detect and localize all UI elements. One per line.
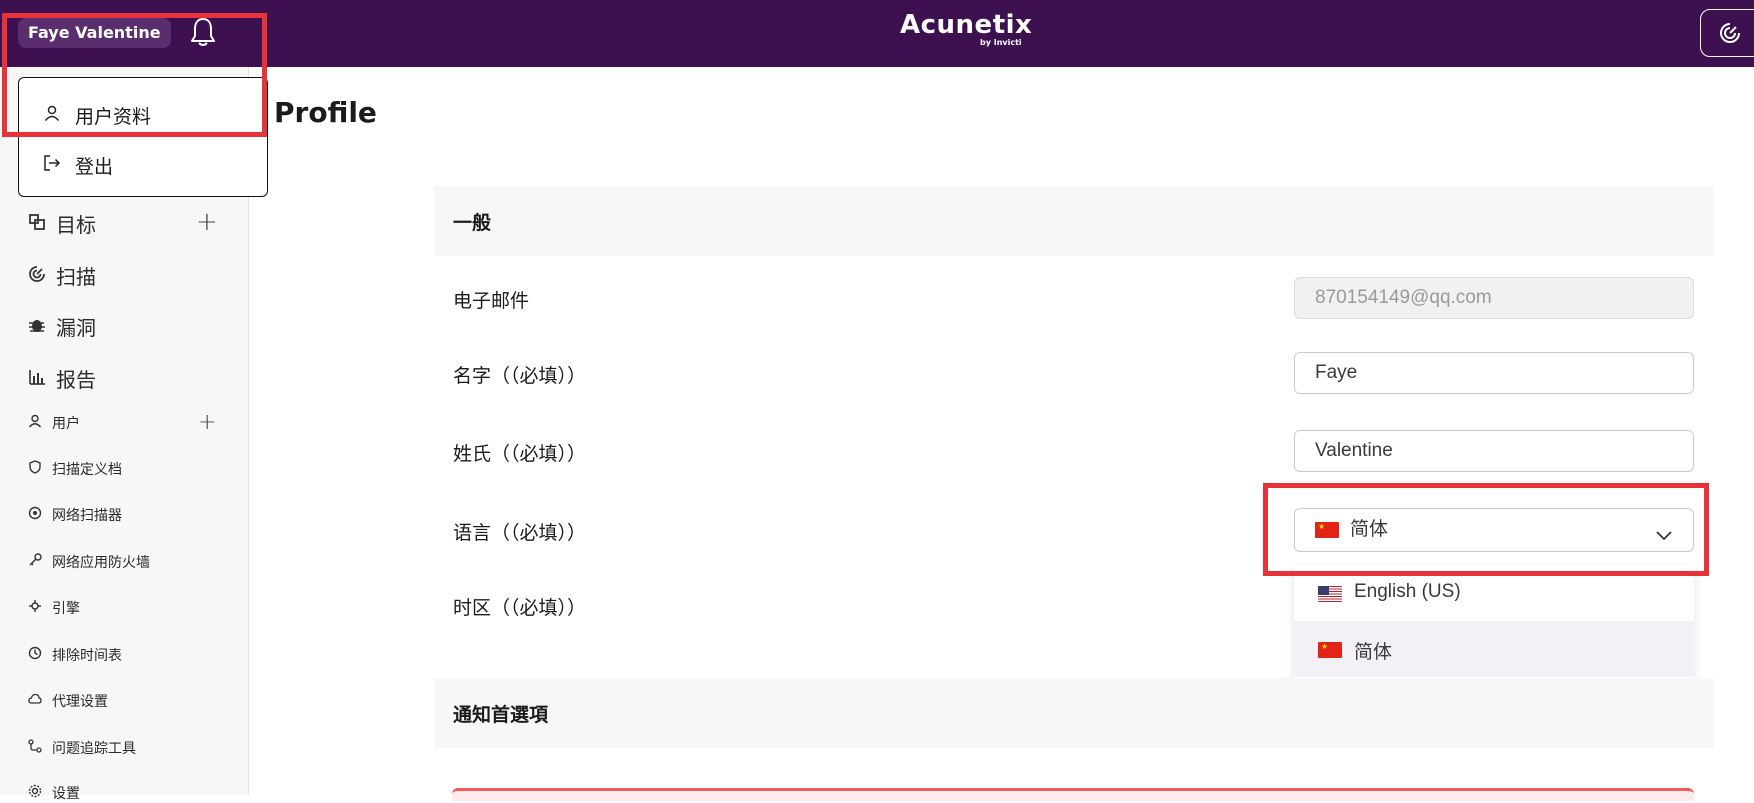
sidebar-item-label: 漏洞: [56, 316, 96, 340]
language-option-english[interactable]: English (US): [1294, 565, 1694, 621]
cloud-icon: [28, 692, 42, 710]
cn-flag-icon: ★: [1318, 642, 1342, 658]
bell-icon[interactable]: [188, 16, 218, 48]
cn-flag-icon: ★: [1315, 522, 1339, 538]
sidebar-item-label: 扫描定义档: [52, 462, 122, 478]
sidebar-item-excluded-hours[interactable]: 排除时间表: [28, 645, 122, 665]
chart-icon: [28, 367, 46, 391]
language-select-value: 简体: [1350, 519, 1389, 540]
scan-icon: [28, 264, 46, 288]
language-options-list: English (US) ★ 简体: [1294, 565, 1694, 693]
engine-icon: [28, 599, 42, 617]
sidebar-item-label: 引擎: [52, 601, 80, 617]
acunetix-logo: Acunetix by Invicti: [900, 10, 1033, 47]
sidebar-item-label: 排除时间表: [52, 648, 122, 664]
sidebar-item-label: 设置: [52, 786, 80, 802]
add-user-button[interactable]: +: [198, 412, 216, 434]
sidebar-item-vulnerabilities[interactable]: 漏洞: [28, 312, 96, 341]
section-title: 一般: [453, 212, 492, 234]
network-scanner-icon: [28, 506, 42, 524]
gear-icon: [28, 784, 42, 802]
language-select[interactable]: ★ 简体: [1294, 508, 1694, 552]
menu-item-label: 登出: [75, 156, 114, 178]
shield-icon: [28, 460, 42, 478]
menu-item-profile[interactable]: 用户资料: [43, 102, 151, 129]
sidebar-item-engines[interactable]: 引擎: [28, 598, 80, 618]
sidebar-item-label: 扫描: [56, 265, 96, 289]
user-menu-button[interactable]: Faye Valentine: [18, 18, 171, 48]
sidebar-item-settings[interactable]: 设置: [28, 783, 80, 803]
sidebar-item-label: 网络应用防火墙: [52, 555, 150, 571]
sidebar-item-network-scanner[interactable]: 网络扫描器: [28, 505, 122, 525]
top-bar: Faye Valentine Acunetix by Invicti: [0, 0, 1754, 67]
sidebar-item-waf[interactable]: 网络应用防火墙: [28, 552, 150, 572]
sidebar-item-issue-trackers[interactable]: 问题追踪工具: [28, 738, 136, 758]
key-icon: [28, 553, 42, 571]
scan-icon: [1720, 23, 1740, 43]
option-label: English (US): [1354, 581, 1461, 602]
email-label: 电子邮件: [453, 290, 530, 312]
bug-icon: [28, 315, 46, 339]
page-title: Profile: [274, 96, 377, 129]
scan-shortcut-button[interactable]: [1700, 9, 1754, 57]
logout-icon: [43, 154, 61, 177]
sidebar-item-reports[interactable]: 报告: [28, 364, 96, 393]
sidebar-item-label: 目标: [56, 213, 96, 237]
sidebar-item-users[interactable]: 用户: [28, 413, 80, 433]
user-icon: [43, 104, 61, 127]
email-field: 870154149@qq.com: [1294, 277, 1694, 319]
clock-icon: [28, 646, 42, 664]
user-icon: [28, 414, 42, 432]
user-dropdown-menu: 用户资料 登出: [18, 77, 268, 197]
first-name-label: 名字（（必填））: [453, 365, 587, 387]
chevron-down-icon: [1655, 519, 1673, 559]
last-name-label: 姓氏（（必填））: [453, 443, 587, 465]
menu-item-logout[interactable]: 登出: [43, 152, 113, 179]
sidebar-item-proxy-settings[interactable]: 代理设置: [28, 691, 108, 711]
timezone-label: 时区（（必填））: [453, 597, 587, 619]
notification-section-header: 通知首選項: [434, 678, 1714, 748]
menu-item-label: 用户资料: [75, 106, 152, 128]
last-name-field[interactable]: Valentine: [1294, 430, 1694, 472]
us-flag-icon: [1318, 586, 1342, 602]
general-section-header: 一般: [434, 186, 1714, 256]
sidebar-item-label: 报告: [56, 368, 96, 392]
logo-subtext: by Invicti: [980, 38, 1022, 47]
targets-icon: [28, 212, 46, 236]
sidebar-item-targets[interactable]: 目标: [28, 209, 96, 238]
language-option-simplified-chinese[interactable]: ★ 简体: [1294, 621, 1694, 677]
option-label: 简体: [1354, 642, 1393, 663]
section-title: 通知首選項: [453, 704, 549, 726]
sidebar-item-label: 网络扫描器: [52, 508, 122, 524]
sidebar-item-label: 问题追踪工具: [52, 741, 136, 757]
sidebar-item-label: 代理设置: [52, 694, 108, 710]
language-label: 语言（（必填））: [453, 522, 587, 544]
sidebar-item-label: 用户: [52, 416, 80, 432]
tracker-icon: [28, 739, 42, 757]
add-target-button[interactable]: +: [196, 209, 218, 235]
sidebar-item-scan-profiles[interactable]: 扫描定义档: [28, 459, 122, 479]
logo-text: Acunetix: [900, 10, 1033, 40]
sidebar-item-scans[interactable]: 扫描: [28, 261, 96, 290]
first-name-field[interactable]: Faye: [1294, 352, 1694, 394]
